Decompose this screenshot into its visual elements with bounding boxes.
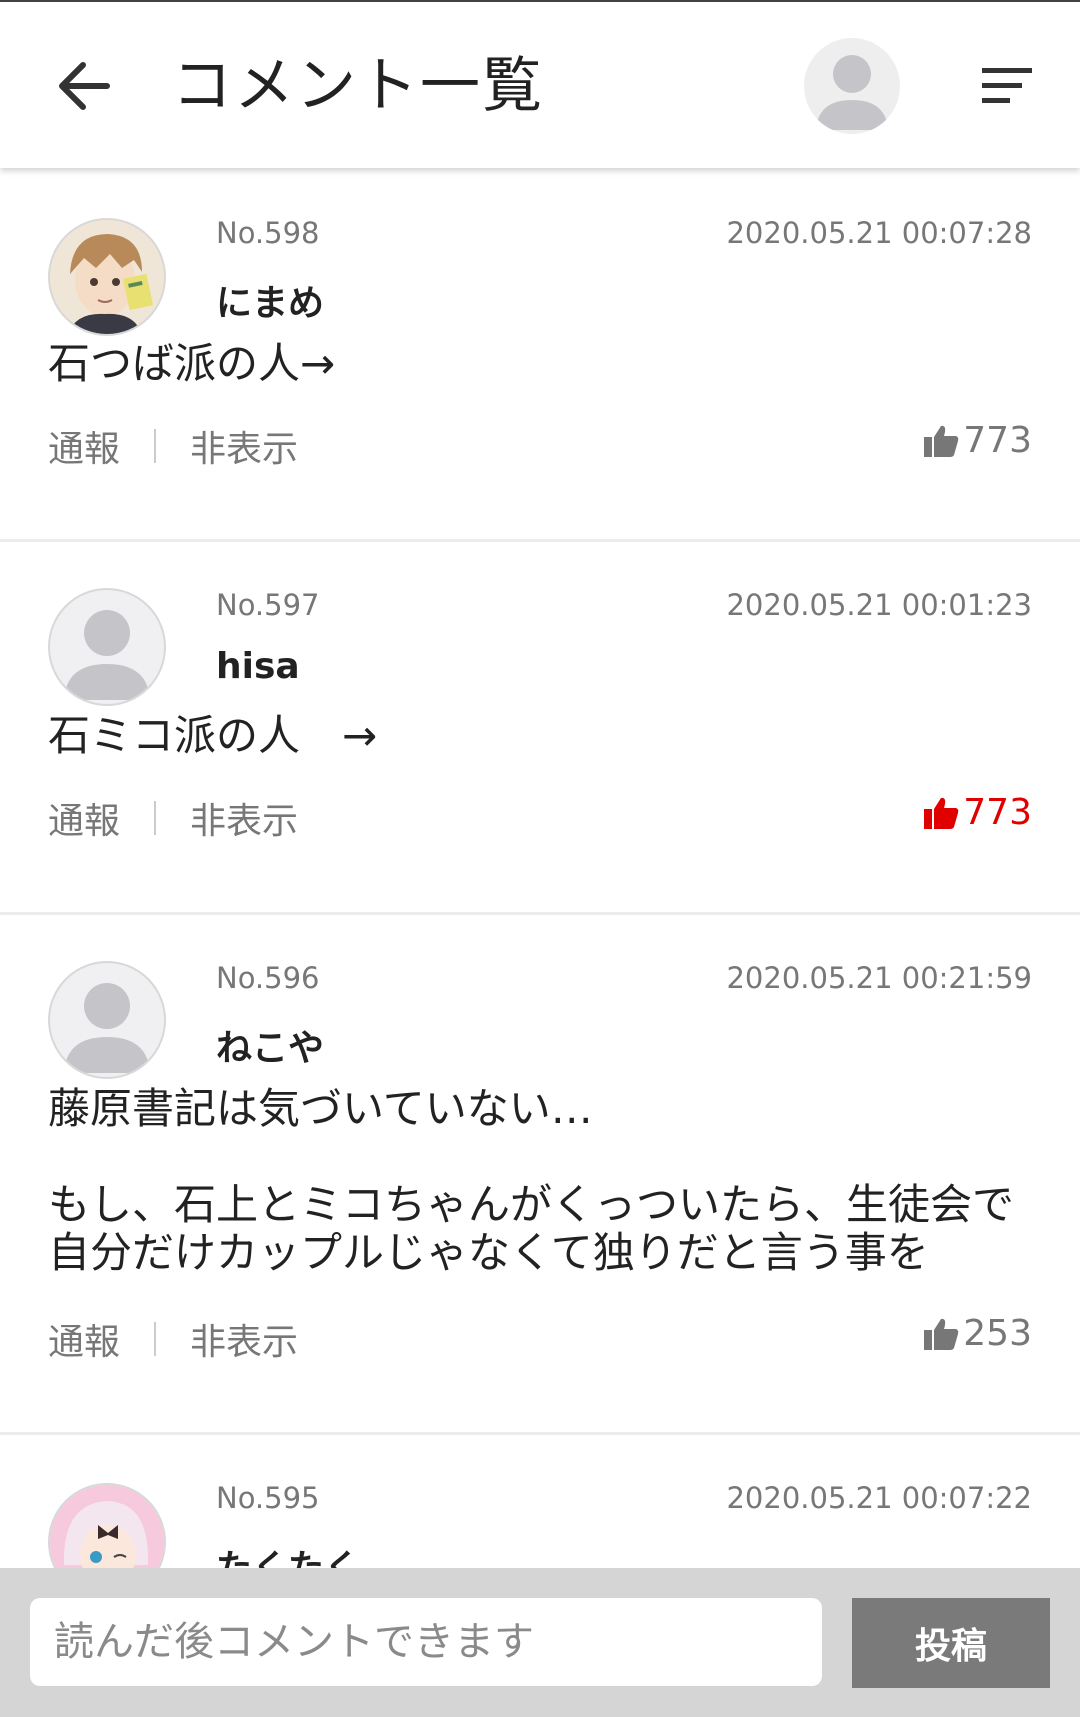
like-count: 253 xyxy=(963,1313,1032,1354)
comment-item: No.595 2020.05.21 00:07:22 たくたく xyxy=(0,1435,1080,1568)
comment-username[interactable]: ねこや xyxy=(216,1019,324,1071)
comment-item: No.596 2020.05.21 00:21:59 ねこや 藤原書記は気づいて… xyxy=(0,915,1080,1435)
like-button[interactable]: 773 xyxy=(923,420,1032,461)
comment-text: 石つば派の人→ xyxy=(48,339,336,388)
user-avatar[interactable] xyxy=(48,961,166,1079)
thumbs-up-icon xyxy=(924,797,959,829)
comment-number: No.598 xyxy=(216,216,320,250)
thumbs-up-icon xyxy=(924,1318,959,1350)
illustrated-girl-avatar-icon xyxy=(50,1485,164,1568)
profile-avatar[interactable] xyxy=(804,38,900,134)
default-user-avatar-icon xyxy=(64,983,150,1073)
comment-list[interactable]: No.598 2020.05.21 00:07:28 にまめ 石つば派の人→ 通… xyxy=(0,168,1080,1568)
comment-number: No.597 xyxy=(216,588,320,622)
user-icon xyxy=(816,55,888,130)
user-avatar[interactable] xyxy=(48,588,166,706)
report-link[interactable]: 通報 xyxy=(48,792,120,844)
app-header: コメント一覧 xyxy=(0,2,1080,168)
report-link[interactable]: 通報 xyxy=(48,420,120,472)
back-button[interactable] xyxy=(52,54,116,118)
comment-actions: 通報 非表示 xyxy=(48,1313,298,1365)
post-button[interactable]: 投稿 xyxy=(852,1598,1050,1688)
hide-link[interactable]: 非表示 xyxy=(190,1313,298,1365)
comment-date: 2020.05.21 00:07:28 xyxy=(726,216,1032,250)
comment-date: 2020.05.21 00:21:59 xyxy=(726,961,1032,995)
comment-input[interactable] xyxy=(30,1598,822,1686)
comment-item: No.598 2020.05.21 00:07:28 にまめ 石つば派の人→ 通… xyxy=(0,168,1080,542)
user-avatar[interactable] xyxy=(48,1483,166,1568)
like-button[interactable]: 253 xyxy=(923,1313,1032,1354)
hide-link[interactable]: 非表示 xyxy=(190,792,298,844)
like-count: 773 xyxy=(963,792,1032,833)
comment-actions: 通報 非表示 xyxy=(48,792,298,844)
arrow-left-icon xyxy=(59,62,110,110)
default-user-avatar-icon xyxy=(64,610,150,700)
comment-number: No.595 xyxy=(216,1481,320,1515)
like-count: 773 xyxy=(963,420,1032,461)
sort-menu-button[interactable] xyxy=(980,64,1036,108)
illustrated-boy-avatar-icon xyxy=(50,220,164,334)
comment-item: No.597 2020.05.21 00:01:23 hisa 石ミコ派の人 →… xyxy=(0,542,1080,915)
comment-username[interactable]: にまめ xyxy=(216,274,324,326)
comment-username[interactable]: たくたく xyxy=(216,1539,360,1568)
sort-lines-icon xyxy=(982,68,1032,103)
thumbs-up-icon xyxy=(924,425,959,457)
page-title: コメント一覧 xyxy=(172,51,544,121)
comment-number: No.596 xyxy=(216,961,320,995)
comment-date: 2020.05.21 00:07:22 xyxy=(726,1481,1032,1515)
comment-text: 藤原書記は気づいていない… もし、石上とミコちゃんがくっついたら、生徒会で自分だ… xyxy=(48,1084,1015,1277)
comment-date: 2020.05.21 00:01:23 xyxy=(726,588,1032,622)
comment-text: 石ミコ派の人 → xyxy=(48,711,378,760)
comment-composer: 投稿 xyxy=(0,1568,1080,1717)
comment-username[interactable]: hisa xyxy=(216,646,300,687)
action-divider xyxy=(154,429,157,463)
action-divider xyxy=(154,1322,157,1356)
hide-link[interactable]: 非表示 xyxy=(190,420,298,472)
like-button[interactable]: 773 xyxy=(923,792,1032,833)
report-link[interactable]: 通報 xyxy=(48,1313,120,1365)
action-divider xyxy=(154,801,157,835)
comment-actions: 通報 非表示 xyxy=(48,420,298,472)
user-avatar[interactable] xyxy=(48,218,166,336)
